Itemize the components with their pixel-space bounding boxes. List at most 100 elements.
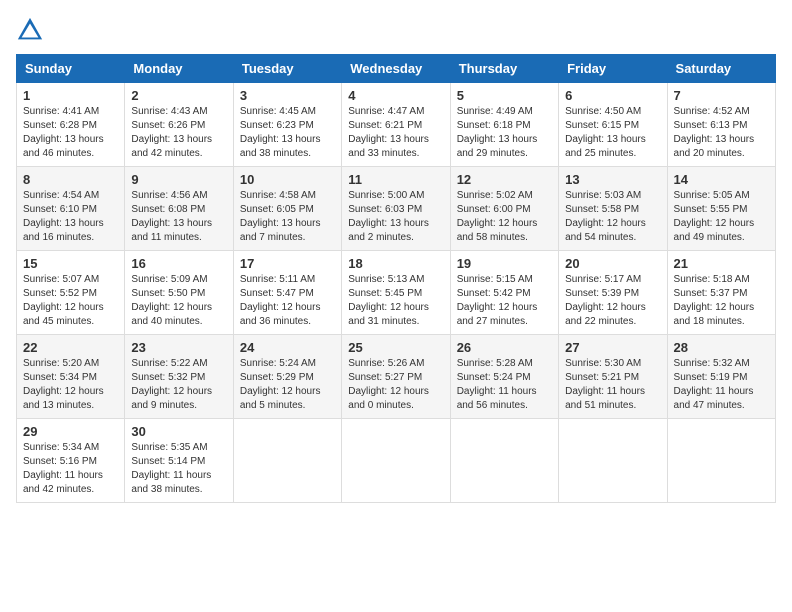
logo-icon — [16, 16, 44, 44]
calendar-week-row: 29 Sunrise: 5:34 AMSunset: 5:16 PMDayligh… — [17, 419, 776, 503]
calendar-day-cell: 4 Sunrise: 4:47 AMSunset: 6:21 PMDaylight… — [342, 83, 450, 167]
calendar-header-row: SundayMondayTuesdayWednesdayThursdayFrid… — [17, 55, 776, 83]
day-number: 23 — [131, 340, 226, 355]
day-number: 26 — [457, 340, 552, 355]
day-number: 1 — [23, 88, 118, 103]
day-number: 22 — [23, 340, 118, 355]
calendar-day-cell: 10 Sunrise: 4:58 AMSunset: 6:05 PMDayligh… — [233, 167, 341, 251]
calendar-day-cell: 19 Sunrise: 5:15 AMSunset: 5:42 PMDayligh… — [450, 251, 558, 335]
day-info: Sunrise: 4:58 AMSunset: 6:05 PMDaylight:… — [240, 189, 335, 245]
day-number: 29 — [23, 424, 118, 439]
day-info: Sunrise: 5:28 AMSunset: 5:24 PMDaylight:… — [457, 357, 552, 413]
day-number: 18 — [348, 256, 443, 271]
day-number: 25 — [348, 340, 443, 355]
calendar-day-cell: 9 Sunrise: 4:56 AMSunset: 6:08 PMDaylight… — [125, 167, 233, 251]
day-info: Sunrise: 4:49 AMSunset: 6:18 PMDaylight:… — [457, 105, 552, 161]
calendar-week-row: 1 Sunrise: 4:41 AMSunset: 6:28 PMDaylight… — [17, 83, 776, 167]
day-info: Sunrise: 5:22 AMSunset: 5:32 PMDaylight:… — [131, 357, 226, 413]
day-number: 9 — [131, 172, 226, 187]
calendar-day-cell: 29 Sunrise: 5:34 AMSunset: 5:16 PMDayligh… — [17, 419, 125, 503]
day-info: Sunrise: 5:34 AMSunset: 5:16 PMDaylight:… — [23, 441, 118, 497]
calendar-day-cell: 22 Sunrise: 5:20 AMSunset: 5:34 PMDayligh… — [17, 335, 125, 419]
day-info: Sunrise: 5:15 AMSunset: 5:42 PMDaylight:… — [457, 273, 552, 329]
calendar-day-cell: 17 Sunrise: 5:11 AMSunset: 5:47 PMDayligh… — [233, 251, 341, 335]
day-number: 3 — [240, 88, 335, 103]
day-info: Sunrise: 4:52 AMSunset: 6:13 PMDaylight:… — [674, 105, 769, 161]
calendar-week-row: 22 Sunrise: 5:20 AMSunset: 5:34 PMDayligh… — [17, 335, 776, 419]
day-number: 17 — [240, 256, 335, 271]
calendar-day-cell: 1 Sunrise: 4:41 AMSunset: 6:28 PMDaylight… — [17, 83, 125, 167]
day-number: 19 — [457, 256, 552, 271]
day-info: Sunrise: 4:43 AMSunset: 6:26 PMDaylight:… — [131, 105, 226, 161]
day-of-week-header: Tuesday — [233, 55, 341, 83]
day-info: Sunrise: 4:47 AMSunset: 6:21 PMDaylight:… — [348, 105, 443, 161]
calendar-table: SundayMondayTuesdayWednesdayThursdayFrid… — [16, 54, 776, 503]
calendar-day-cell: 24 Sunrise: 5:24 AMSunset: 5:29 PMDayligh… — [233, 335, 341, 419]
day-of-week-header: Monday — [125, 55, 233, 83]
calendar-day-cell: 11Sunrise: 5:00 AMSunset: 6:03 PMDayligh… — [342, 167, 450, 251]
day-info: Sunrise: 4:54 AMSunset: 6:10 PMDaylight:… — [23, 189, 118, 245]
day-info: Sunrise: 5:18 AMSunset: 5:37 PMDaylight:… — [674, 273, 769, 329]
day-number: 2 — [131, 88, 226, 103]
day-number: 10 — [240, 172, 335, 187]
day-info: Sunrise: 5:35 AMSunset: 5:14 PMDaylight:… — [131, 441, 226, 497]
day-number: 15 — [23, 256, 118, 271]
day-number: 4 — [348, 88, 443, 103]
day-info: Sunrise: 4:50 AMSunset: 6:15 PMDaylight:… — [565, 105, 660, 161]
calendar-day-cell: 5 Sunrise: 4:49 AMSunset: 6:18 PMDaylight… — [450, 83, 558, 167]
calendar-day-cell: 14 Sunrise: 5:05 AMSunset: 5:55 PMDayligh… — [667, 167, 775, 251]
calendar-day-cell: 13 Sunrise: 5:03 AMSunset: 5:58 PMDayligh… — [559, 167, 667, 251]
day-number: 8 — [23, 172, 118, 187]
day-of-week-header: Thursday — [450, 55, 558, 83]
calendar-day-cell: 3 Sunrise: 4:45 AMSunset: 6:23 PMDaylight… — [233, 83, 341, 167]
day-info: Sunrise: 5:11 AMSunset: 5:47 PMDaylight:… — [240, 273, 335, 329]
day-number: 21 — [674, 256, 769, 271]
calendar-day-cell — [559, 419, 667, 503]
day-number: 13 — [565, 172, 660, 187]
day-of-week-header: Saturday — [667, 55, 775, 83]
day-info: Sunrise: 5:02 AMSunset: 6:00 PMDaylight:… — [457, 189, 552, 245]
calendar-day-cell — [342, 419, 450, 503]
day-info: Sunrise: 5:03 AMSunset: 5:58 PMDaylight:… — [565, 189, 660, 245]
day-number: 6 — [565, 88, 660, 103]
day-number: 27 — [565, 340, 660, 355]
page-header — [16, 16, 776, 44]
calendar-day-cell — [667, 419, 775, 503]
day-number: 12 — [457, 172, 552, 187]
day-info: Sunrise: 5:30 AMSunset: 5:21 PMDaylight:… — [565, 357, 660, 413]
day-number: 24 — [240, 340, 335, 355]
calendar-day-cell: 18 Sunrise: 5:13 AMSunset: 5:45 PMDayligh… — [342, 251, 450, 335]
day-info: Sunrise: 5:00 AMSunset: 6:03 PMDaylight:… — [348, 189, 443, 245]
day-info: Sunrise: 4:41 AMSunset: 6:28 PMDaylight:… — [23, 105, 118, 161]
day-info: Sunrise: 5:17 AMSunset: 5:39 PMDaylight:… — [565, 273, 660, 329]
calendar-day-cell — [450, 419, 558, 503]
calendar-day-cell: 8 Sunrise: 4:54 AMSunset: 6:10 PMDaylight… — [17, 167, 125, 251]
day-info: Sunrise: 5:26 AMSunset: 5:27 PMDaylight:… — [348, 357, 443, 413]
day-of-week-header: Friday — [559, 55, 667, 83]
day-info: Sunrise: 5:20 AMSunset: 5:34 PMDaylight:… — [23, 357, 118, 413]
calendar-day-cell: 15 Sunrise: 5:07 AMSunset: 5:52 PMDayligh… — [17, 251, 125, 335]
day-of-week-header: Sunday — [17, 55, 125, 83]
calendar-day-cell: 30 Sunrise: 5:35 AMSunset: 5:14 PMDayligh… — [125, 419, 233, 503]
calendar-week-row: 8 Sunrise: 4:54 AMSunset: 6:10 PMDaylight… — [17, 167, 776, 251]
day-number: 30 — [131, 424, 226, 439]
logo — [16, 16, 46, 44]
day-info: Sunrise: 5:24 AMSunset: 5:29 PMDaylight:… — [240, 357, 335, 413]
day-info: Sunrise: 5:13 AMSunset: 5:45 PMDaylight:… — [348, 273, 443, 329]
calendar-day-cell: 25 Sunrise: 5:26 AMSunset: 5:27 PMDayligh… — [342, 335, 450, 419]
day-info: Sunrise: 5:32 AMSunset: 5:19 PMDaylight:… — [674, 357, 769, 413]
calendar-day-cell: 27 Sunrise: 5:30 AMSunset: 5:21 PMDayligh… — [559, 335, 667, 419]
calendar-day-cell: 28 Sunrise: 5:32 AMSunset: 5:19 PMDayligh… — [667, 335, 775, 419]
calendar-day-cell: 12 Sunrise: 5:02 AMSunset: 6:00 PMDayligh… — [450, 167, 558, 251]
day-number: 28 — [674, 340, 769, 355]
day-info: Sunrise: 5:07 AMSunset: 5:52 PMDaylight:… — [23, 273, 118, 329]
day-number: 14 — [674, 172, 769, 187]
day-info: Sunrise: 4:45 AMSunset: 6:23 PMDaylight:… — [240, 105, 335, 161]
day-number: 16 — [131, 256, 226, 271]
day-info: Sunrise: 5:05 AMSunset: 5:55 PMDaylight:… — [674, 189, 769, 245]
calendar-day-cell: 21 Sunrise: 5:18 AMSunset: 5:37 PMDayligh… — [667, 251, 775, 335]
day-info: Sunrise: 4:56 AMSunset: 6:08 PMDaylight:… — [131, 189, 226, 245]
calendar-day-cell: 26 Sunrise: 5:28 AMSunset: 5:24 PMDayligh… — [450, 335, 558, 419]
calendar-day-cell: 2 Sunrise: 4:43 AMSunset: 6:26 PMDaylight… — [125, 83, 233, 167]
day-number: 5 — [457, 88, 552, 103]
